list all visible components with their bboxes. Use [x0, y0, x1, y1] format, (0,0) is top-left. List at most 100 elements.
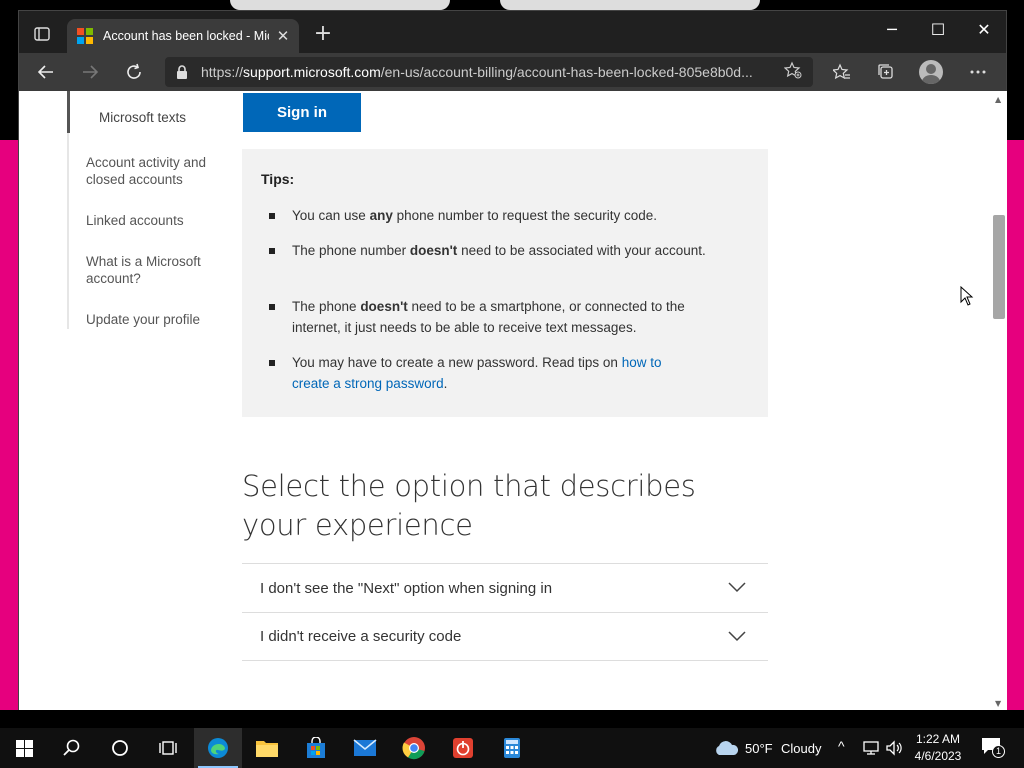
back-button[interactable]	[31, 58, 61, 86]
maximize-button[interactable]: ☐	[915, 15, 961, 43]
mouse-cursor-icon	[960, 286, 974, 306]
accordion-label: I didn't receive a security code	[260, 628, 462, 645]
url-host: support.microsoft.com	[243, 64, 381, 80]
system-clock[interactable]: 1:22 AM 4/6/2023	[908, 731, 968, 765]
task-view-button[interactable]	[144, 728, 192, 768]
chevron-down-icon	[728, 582, 746, 593]
sidebar-item-microsoft-texts[interactable]: Microsoft texts	[99, 109, 186, 126]
browser-tab[interactable]: Account has been locked - Micro ✕	[67, 19, 299, 53]
chevron-up-icon[interactable]: ^	[838, 738, 845, 754]
back-arrow-icon	[37, 65, 53, 79]
tip-emphasis: doesn't	[409, 243, 458, 258]
volume-icon[interactable]	[885, 740, 903, 756]
sidebar-item-account-activity[interactable]: Account activity and closed accounts	[86, 154, 221, 188]
calculator-button[interactable]	[488, 728, 536, 768]
page-scrollbar[interactable]: ▲ ▼	[991, 91, 1007, 710]
windows-logo-icon	[15, 739, 33, 757]
tip-item: The phone number doesn't need to be asso…	[269, 240, 712, 261]
sidenav-rail	[67, 133, 69, 329]
scrollbar-thumb[interactable]	[993, 215, 1005, 319]
add-favorite-icon[interactable]	[783, 61, 803, 83]
accordion-label: I don't see the "Next" option when signi…	[260, 579, 553, 597]
refresh-button[interactable]	[119, 58, 149, 86]
desktop-wallpaper-stripe	[0, 140, 18, 710]
cortana-icon	[112, 740, 128, 756]
profile-avatar[interactable]	[919, 60, 943, 84]
sidebar-item-linked-accounts[interactable]: Linked accounts	[86, 212, 184, 229]
forward-arrow-icon	[83, 65, 99, 79]
new-tab-button[interactable]: +	[311, 23, 335, 45]
desktop-wallpaper-shape	[230, 0, 450, 10]
tab-actions-icon[interactable]	[25, 21, 59, 47]
url-text: https://support.microsoft.com/en-us/acco…	[201, 64, 783, 80]
sidebar-item-what-is-microsoft-account[interactable]: What is a Microsoft account?	[86, 253, 221, 287]
cloud-icon	[716, 741, 739, 755]
action-center-button[interactable]: 1	[980, 736, 1005, 760]
notification-count-badge: 1	[992, 745, 1005, 758]
start-button[interactable]	[0, 728, 48, 768]
more-options-icon[interactable]	[963, 59, 993, 85]
browser-toolbar: https://support.microsoft.com/en-us/acco…	[19, 53, 1006, 91]
section-heading: Select the option that describes your ex…	[242, 469, 696, 542]
folder-icon	[256, 741, 278, 757]
page-content: Microsoft texts Account activity and clo…	[19, 91, 991, 710]
minimize-button[interactable]: ─	[869, 15, 915, 43]
tip-text: You can use	[292, 208, 370, 223]
tip-text: .	[443, 376, 448, 391]
tip-text: The phone	[292, 299, 361, 314]
search-button[interactable]	[48, 728, 96, 768]
clock-time: 1:22 AM	[915, 732, 961, 746]
tip-item: The phone doesn't need to be a smartphon…	[269, 296, 712, 338]
lock-icon	[177, 65, 187, 79]
title-bar: Account has been locked - Micro ✕ + ─ ☐ …	[19, 11, 1006, 53]
tab-title: Account has been locked - Micro	[103, 29, 269, 43]
browser-window: Account has been locked - Micro ✕ + ─ ☐ …	[18, 10, 1007, 710]
tip-text: phone number to request the security cod…	[392, 208, 658, 223]
chrome-button[interactable]	[390, 728, 438, 768]
sign-in-button[interactable]: Sign in	[243, 93, 361, 132]
network-icon[interactable]	[862, 740, 880, 756]
desktop-wallpaper-stripe	[1007, 140, 1024, 710]
accordion-no-security-code[interactable]: I didn't receive a security code	[242, 612, 768, 661]
tip-emphasis: doesn't	[360, 299, 408, 314]
cortana-button[interactable]	[96, 728, 144, 768]
collections-icon[interactable]	[871, 59, 901, 85]
refresh-icon	[127, 63, 141, 79]
power-app-icon	[453, 738, 473, 758]
store-icon	[307, 737, 325, 758]
search-icon	[63, 739, 80, 756]
store-button[interactable]	[292, 728, 340, 768]
chevron-down-icon	[728, 631, 746, 642]
chrome-icon	[402, 737, 425, 760]
tips-box: Tips: You can use any phone number to re…	[242, 149, 768, 417]
scroll-down-arrow-icon[interactable]: ▼	[995, 699, 1001, 708]
tab-close-button[interactable]: ✕	[275, 27, 291, 45]
tip-emphasis: any	[369, 208, 393, 223]
app-button[interactable]	[439, 728, 487, 768]
tip-item: You may have to create a new password. R…	[269, 352, 692, 394]
tip-item: You can use any phone number to request …	[269, 205, 712, 226]
edge-taskbar-button[interactable]	[194, 728, 242, 768]
url-path: /en-us/account-billing/account-has-been-…	[380, 64, 753, 80]
file-explorer-button[interactable]	[243, 728, 291, 768]
weather-description[interactable]: Cloudy	[781, 741, 821, 756]
tip-text: need to be associated with your account.	[457, 243, 706, 258]
accordion-no-next-option[interactable]: I don't see the "Next" option when signi…	[242, 563, 768, 612]
url-prefix: https://	[201, 64, 244, 80]
favorites-icon[interactable]	[827, 59, 857, 85]
scroll-up-arrow-icon[interactable]: ▲	[995, 95, 1001, 104]
weather-temperature[interactable]: 50°F	[745, 741, 773, 756]
mail-icon	[353, 739, 377, 756]
address-bar[interactable]: https://support.microsoft.com/en-us/acco…	[165, 57, 813, 87]
mail-button[interactable]	[341, 728, 389, 768]
task-view-icon	[159, 741, 177, 755]
tips-title: Tips:	[261, 171, 295, 187]
edge-icon	[208, 738, 228, 758]
calculator-icon	[504, 738, 520, 758]
forward-button[interactable]	[75, 58, 105, 86]
tip-text: The phone number	[292, 243, 410, 258]
close-window-button[interactable]: ✕	[961, 15, 1007, 43]
clock-date: 4/6/2023	[914, 749, 962, 763]
taskbar: 50°F Cloudy ^ 1:22 AM 4/6/2023 1	[0, 728, 1024, 768]
sidebar-item-update-profile[interactable]: Update your profile	[86, 311, 200, 328]
